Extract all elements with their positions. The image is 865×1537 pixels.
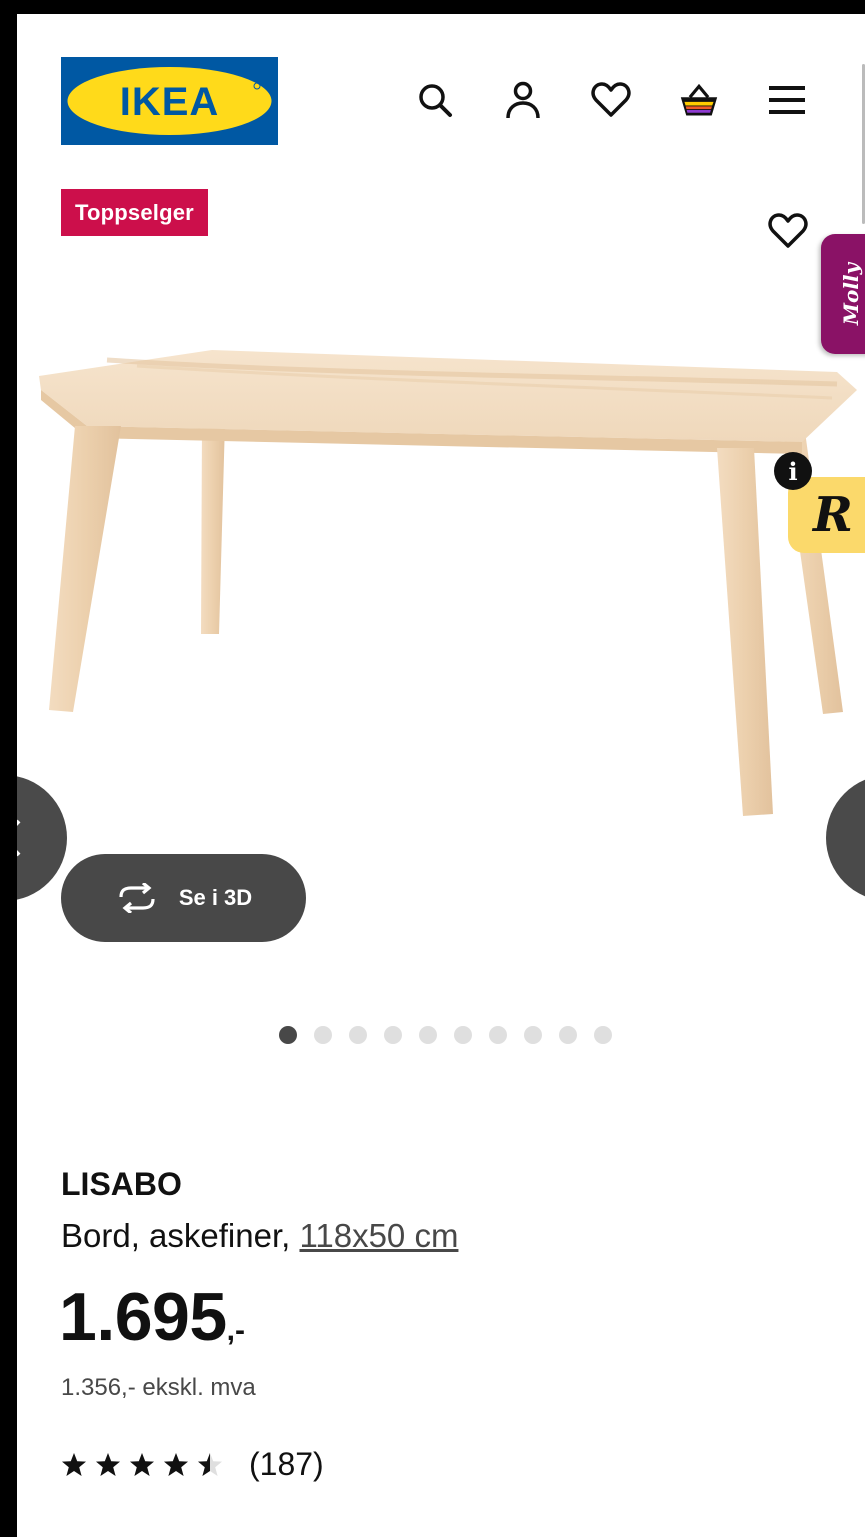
account-icon[interactable] (503, 80, 543, 120)
product-price: 1.695,- (59, 1278, 245, 1356)
image-carousel-dots (279, 1026, 612, 1044)
carousel-dot[interactable] (489, 1026, 507, 1044)
carousel-dot[interactable] (559, 1026, 577, 1044)
product-description-text: Bord, askefiner, (61, 1217, 291, 1254)
star-icon (164, 1453, 188, 1476)
rating-stars (61, 1452, 223, 1477)
price-suffix: ,- (226, 1314, 245, 1347)
cart-icon[interactable] (679, 80, 719, 120)
star-icon (96, 1453, 120, 1476)
product-size-link[interactable]: 118x50 cm (299, 1217, 458, 1254)
carousel-dot[interactable] (454, 1026, 472, 1044)
info-icon[interactable]: i (774, 452, 812, 490)
product-name: LISABO (61, 1166, 182, 1202)
price-value: 1.695 (59, 1279, 227, 1355)
carousel-dot[interactable] (384, 1026, 402, 1044)
product-rating[interactable]: (187) (61, 1446, 324, 1483)
carousel-dot[interactable] (349, 1026, 367, 1044)
carousel-dot[interactable] (279, 1026, 297, 1044)
add-to-wishlist-icon[interactable] (767, 210, 809, 252)
obscured-text-placeholder (61, 1522, 821, 1537)
menu-icon[interactable] (767, 80, 807, 120)
top-seller-badge: Toppselger (61, 189, 208, 236)
svg-text:IKEA: IKEA (120, 80, 220, 124)
ikea-logo-graphic: IKEA (61, 57, 278, 145)
carousel-dot[interactable] (419, 1026, 437, 1044)
product-image[interactable] (17, 314, 865, 854)
rotate-3d-icon (119, 883, 155, 913)
product-description: Bord, askefiner, 118x50 cm (61, 1217, 458, 1255)
star-icon (198, 1453, 222, 1476)
star-icon (62, 1453, 86, 1476)
carousel-dot[interactable] (314, 1026, 332, 1044)
search-icon[interactable] (415, 80, 455, 120)
review-count: (187) (249, 1446, 324, 1482)
ikea-logo[interactable]: IKEA (61, 57, 278, 145)
wishlist-icon[interactable] (591, 80, 631, 120)
r-widget-label: R (813, 487, 853, 543)
carousel-dot[interactable] (594, 1026, 612, 1044)
chevron-left-icon (17, 819, 21, 857)
view-in-3d-label: Se i 3D (178, 885, 253, 910)
price-excluding-vat: 1.356,- ekskl. mva (61, 1374, 256, 1401)
delivery-info-line (61, 1522, 821, 1537)
view-in-3d-button[interactable]: Se i 3D (61, 854, 306, 942)
star-icon (130, 1453, 154, 1476)
carousel-dot[interactable] (524, 1026, 542, 1044)
product-page: IKEA Toppselger Molly i R Se i 3D LISABO… (17, 14, 865, 1537)
